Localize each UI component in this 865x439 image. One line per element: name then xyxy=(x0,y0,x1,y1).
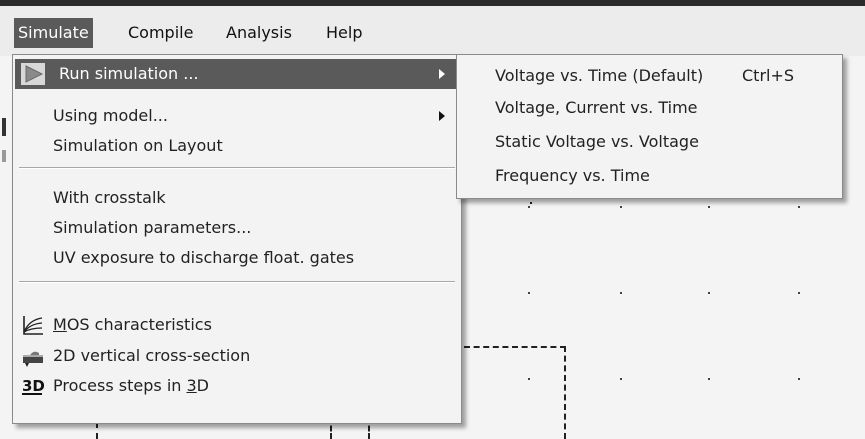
run-simulation-item[interactable]: Run simulation ... xyxy=(15,59,459,89)
left-toolbar-edge xyxy=(0,56,10,439)
mos-characteristics-label: MOS characteristics xyxy=(53,315,212,334)
menu-simulate[interactable]: Simulate xyxy=(14,18,93,48)
grid-dot xyxy=(620,206,622,208)
grid-dot xyxy=(798,206,800,208)
static-voltage-item[interactable]: Static Voltage vs. Voltage xyxy=(457,127,842,157)
grid-dot xyxy=(528,378,530,380)
simulation-on-layout-label: Simulation on Layout xyxy=(53,136,223,155)
frequency-vs-time-label: Frequency vs. Time xyxy=(495,166,650,185)
using-model-item[interactable]: Using model... xyxy=(15,101,459,131)
toolbar-marker xyxy=(2,150,6,162)
with-crosstalk-item[interactable]: With crosstalk xyxy=(15,183,459,213)
grid-dot xyxy=(798,378,800,380)
grid-dot xyxy=(708,292,710,294)
layout-dashed-edge xyxy=(96,422,98,439)
layout-dashed-edge xyxy=(564,346,566,439)
svg-text:3D: 3D xyxy=(22,377,45,395)
grid-dot xyxy=(528,292,530,294)
voltage-vs-time-label: Voltage vs. Time (Default) xyxy=(495,66,704,85)
mos-curves-icon xyxy=(23,316,43,335)
submenu-arrow-icon xyxy=(439,69,445,79)
menu-compile[interactable]: Compile xyxy=(124,18,197,48)
process-steps-3d-item[interactable]: 3D Process steps in 3D xyxy=(15,371,459,401)
cross-section-label: 2D vertical cross-section xyxy=(53,346,251,365)
menu-help[interactable]: Help xyxy=(322,18,366,48)
play-icon xyxy=(21,63,45,85)
menu-separator xyxy=(19,281,455,283)
run-simulation-label: Run simulation ... xyxy=(59,64,199,83)
with-crosstalk-label: With crosstalk xyxy=(53,188,166,207)
3d-icon: 3D xyxy=(22,377,45,395)
menu-bar: Simulate Compile Analysis Help xyxy=(0,6,865,57)
voltage-current-vs-time-label: Voltage, Current vs. Time xyxy=(495,98,698,117)
static-voltage-label: Static Voltage vs. Voltage xyxy=(495,132,699,151)
voltage-current-vs-time-item[interactable]: Voltage, Current vs. Time xyxy=(457,93,842,123)
uv-exposure-item[interactable]: UV exposure to discharge float. gates xyxy=(15,243,459,273)
simulate-menu: Run simulation ... Using model... Simula… xyxy=(12,54,462,424)
layout-dashed-edge xyxy=(464,346,566,348)
grid-dot xyxy=(708,378,710,380)
grid-dot xyxy=(798,292,800,294)
grid-dot xyxy=(530,202,532,204)
uv-exposure-label: UV exposure to discharge float. gates xyxy=(53,248,355,267)
grid-dot xyxy=(528,206,530,208)
frequency-vs-time-item[interactable]: Frequency vs. Time xyxy=(457,161,842,191)
shortcut-ctrl-s: Ctrl+S xyxy=(742,66,795,85)
grid-dot xyxy=(620,292,622,294)
toolbar-marker xyxy=(2,118,6,136)
cross-section-icon xyxy=(23,351,43,367)
using-model-label: Using model... xyxy=(53,106,168,125)
submenu-arrow-icon xyxy=(439,111,445,121)
simulation-parameters-label: Simulation parameters... xyxy=(53,218,252,237)
run-simulation-submenu: Voltage vs. Time (Default) Ctrl+S Voltag… xyxy=(456,54,843,199)
menu-separator xyxy=(19,167,455,169)
voltage-vs-time-item[interactable]: Voltage vs. Time (Default) Ctrl+S xyxy=(457,61,842,91)
grid-dot xyxy=(708,206,710,208)
simulation-parameters-item[interactable]: Simulation parameters... xyxy=(15,213,459,243)
process-steps-3d-label: Process steps in 3D xyxy=(53,376,209,395)
simulation-on-layout-item[interactable]: Simulation on Layout xyxy=(15,131,459,161)
cross-section-item[interactable]: 2D vertical cross-section xyxy=(15,341,459,371)
grid-dot xyxy=(620,378,622,380)
menu-analysis[interactable]: Analysis xyxy=(222,18,296,48)
mos-characteristics-item[interactable]: MOS characteristics xyxy=(15,310,459,340)
